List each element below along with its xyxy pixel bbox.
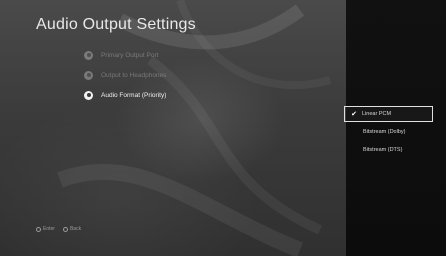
menu-item-label: Audio Format (Priority) <box>101 91 167 99</box>
option-bitstream-dts[interactable]: Bitstream (DTS) <box>346 142 442 158</box>
menu-item-label: Output to Headphones <box>101 71 167 79</box>
circle-button-icon <box>62 226 68 232</box>
back-hint-label: Back <box>69 226 82 232</box>
button-hints: Enter Back <box>36 226 89 232</box>
option-label: Linear PCM <box>362 111 392 117</box>
menu-item-audio-format[interactable]: Audio Format (Priority) <box>84 85 166 105</box>
enter-hint: Enter <box>36 226 55 232</box>
option-linear-pcm[interactable]: ✔ Linear PCM <box>344 106 433 122</box>
options-panel: ✔ Linear PCM Bitstream (Dolby) Bitstream… <box>344 0 446 256</box>
circle-bullet-icon <box>84 50 93 60</box>
circle-button-icon <box>36 226 41 232</box>
circle-bullet-icon <box>84 70 93 80</box>
checkmark-icon: ✔ <box>351 111 357 118</box>
background-wave-graphic <box>57 0 332 256</box>
option-label: Bitstream (DTS) <box>363 147 403 153</box>
menu-item-primary-output-port[interactable]: Primary Output Port <box>84 45 166 65</box>
settings-menu: Primary Output Port Output to Headphones… <box>84 45 166 105</box>
menu-item-output-to-headphones[interactable]: Output to Headphones <box>84 65 166 85</box>
enter-hint-label: Enter <box>43 226 55 232</box>
circle-bullet-icon <box>84 90 93 100</box>
page-title: Audio Output Settings <box>36 16 196 33</box>
option-bitstream-dolby[interactable]: Bitstream (Dolby) <box>346 124 442 140</box>
option-label: Bitstream (Dolby) <box>363 129 406 135</box>
back-hint: Back <box>62 226 82 232</box>
menu-item-label: Primary Output Port <box>101 51 159 59</box>
